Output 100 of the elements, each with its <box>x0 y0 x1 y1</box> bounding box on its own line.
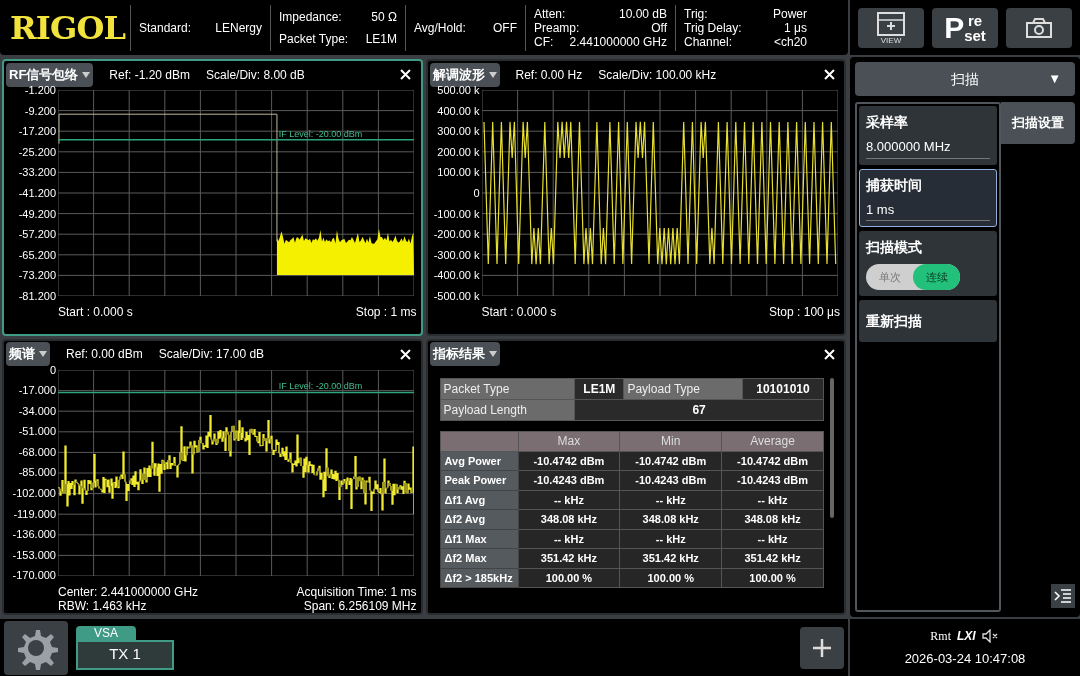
item-label: 采样率 <box>866 113 909 132</box>
field-value: 2.441000000 GHz <box>569 34 667 49</box>
rescan-button[interactable]: 重新扫描 <box>859 300 997 342</box>
axis-tick-label: -17.000 <box>18 383 56 398</box>
row-label: Δf2 Avg <box>440 509 518 529</box>
field-value: 1 μs <box>784 20 807 35</box>
caret-icon <box>488 71 497 78</box>
switch-option[interactable]: 连续 <box>913 264 960 290</box>
side-tab[interactable]: 扫描设置 <box>1001 102 1075 144</box>
close-icon <box>400 348 411 360</box>
field-label: CF: <box>534 34 554 49</box>
field-value: 10.00 dB <box>618 6 667 21</box>
input-field[interactable]: 8.000000 MHz <box>866 137 990 159</box>
preset-letter: P <box>944 12 965 43</box>
axis-tick-label: -500.00 k <box>433 288 480 303</box>
scrollbar[interactable] <box>830 377 834 518</box>
view-button[interactable]: VIEW <box>858 7 924 48</box>
menu-item[interactable]: 扫描模式 单次 连续 <box>859 231 997 296</box>
field-label: Avg/Hold: <box>414 20 466 35</box>
row-label: Peak Power <box>440 470 518 490</box>
field-value: Off <box>651 20 667 35</box>
axis-tick-label: -200.00 k <box>433 227 480 242</box>
table-cell: 10101010 <box>742 378 824 399</box>
axis-tick-label: -9.200 <box>24 103 56 118</box>
table-cell: LE1M <box>574 378 624 399</box>
field-value: <ch20 <box>773 34 807 49</box>
field-value: LE1M <box>365 31 397 46</box>
axis-tick-label: -73.200 <box>18 268 56 283</box>
menu-item[interactable]: 采样率 8.000000 MHz <box>859 106 997 165</box>
panel-menu-button[interactable]: 频谱 <box>6 342 50 366</box>
date-time: 2026-03-24 10:47:08 <box>904 649 1026 668</box>
camera-icon <box>1025 16 1053 39</box>
row-label: Δf1 Max <box>440 529 518 549</box>
axis-tick-label: -34.000 <box>18 403 56 418</box>
axis-tick-label: 300.00 k <box>437 124 480 139</box>
view-label: VIEW <box>880 36 902 45</box>
column-header: Min <box>619 431 722 451</box>
reference-level: Ref: -1.20 dBm <box>109 66 191 84</box>
table-cell: 67 <box>574 399 824 420</box>
axis-info: Center: 2.441000000 GHz <box>58 584 199 599</box>
axis-tick-label: -81.200 <box>18 288 56 303</box>
axis-tick-label: 0 <box>473 185 480 200</box>
screenshot-button[interactable] <box>1006 7 1072 48</box>
remote-indicator: Rmt <box>930 627 951 645</box>
field-value: OFF <box>493 20 517 35</box>
preset-text: re <box>966 12 984 28</box>
axis-tick-label: -136.000 <box>12 527 56 542</box>
reference-level: Ref: 0.00 dBm <box>66 346 143 363</box>
axis-tick-label: 100.00 k <box>437 165 480 180</box>
caret-icon <box>39 351 47 357</box>
tab-group-label: VSA <box>76 625 136 640</box>
field-label: Atten: <box>534 6 566 21</box>
panel-menu-button[interactable]: 解调波形 <box>429 62 500 87</box>
field-label: Standard: <box>139 20 192 35</box>
collapse-icon <box>1054 589 1072 603</box>
add-button[interactable] <box>800 626 844 669</box>
axis-tick-label: -100.00 k <box>433 206 480 221</box>
axis-info: Acquisition Time: 1 ms <box>296 584 417 599</box>
axis-tick-label: -119.000 <box>13 506 56 521</box>
caret-icon <box>488 351 497 357</box>
window-tab[interactable]: TX 1 <box>76 639 174 670</box>
collapse-button[interactable] <box>1051 584 1075 608</box>
row-label: Payload Length <box>440 399 575 420</box>
panel-menu-button[interactable]: 指标结果 <box>429 342 500 366</box>
caret-icon <box>82 71 91 78</box>
axis-tick-label: -65.200 <box>18 247 56 262</box>
if-level-label: IF Level: -20.00 dBm <box>278 380 363 391</box>
field-label: Trig: <box>684 6 708 21</box>
field-label: Impedance: <box>279 9 342 24</box>
panel-menu-button[interactable]: RF信号包络 <box>6 62 94 87</box>
dropdown-arrow: ▼ <box>1048 70 1061 89</box>
lxi-indicator: LXI <box>957 627 976 645</box>
menu-item[interactable]: 捕获时间 1 ms <box>859 168 997 227</box>
item-label: 扫描模式 <box>866 238 923 257</box>
axis-tick-label: 200.00 k <box>437 144 480 159</box>
menu-dropdown[interactable]: 扫描 ▼ <box>855 62 1075 96</box>
axis-tick-label: 400.00 k <box>437 103 480 118</box>
axis-tick-label: -25.200 <box>18 144 56 159</box>
axis-info: Stop : 100 μs <box>769 305 840 319</box>
axis-tick-label: -102.000 <box>12 486 56 501</box>
field-label: Packet Type: <box>279 31 349 46</box>
row-label: Payload Type <box>623 378 743 399</box>
axis-tick-label: 0 <box>49 362 56 377</box>
axis-tick-label: -33.200 <box>18 165 56 180</box>
axis-tick-label: -153.000 <box>12 547 56 562</box>
field-label: Trig Delay: <box>684 20 742 35</box>
row-label: Δf2 > 185kHz <box>440 568 518 588</box>
scale-per-division: Scale/Div: 100.00 kHz <box>598 66 717 84</box>
system-button[interactable] <box>4 620 68 675</box>
close-icon <box>823 348 835 360</box>
row-label: Δf1 Avg <box>440 490 518 510</box>
row-label: Δf2 Max <box>440 548 518 568</box>
row-label: Packet Type <box>440 378 575 399</box>
axis-tick-label: -68.000 <box>18 444 56 459</box>
add-window-icon <box>876 10 906 37</box>
row-label: Avg Power <box>440 451 518 471</box>
close-icon <box>400 69 411 80</box>
input-field[interactable]: 1 ms <box>866 199 990 221</box>
mode-switch[interactable]: 单次 连续 <box>866 264 960 290</box>
reference-level: Ref: 0.00 Hz <box>515 66 583 84</box>
